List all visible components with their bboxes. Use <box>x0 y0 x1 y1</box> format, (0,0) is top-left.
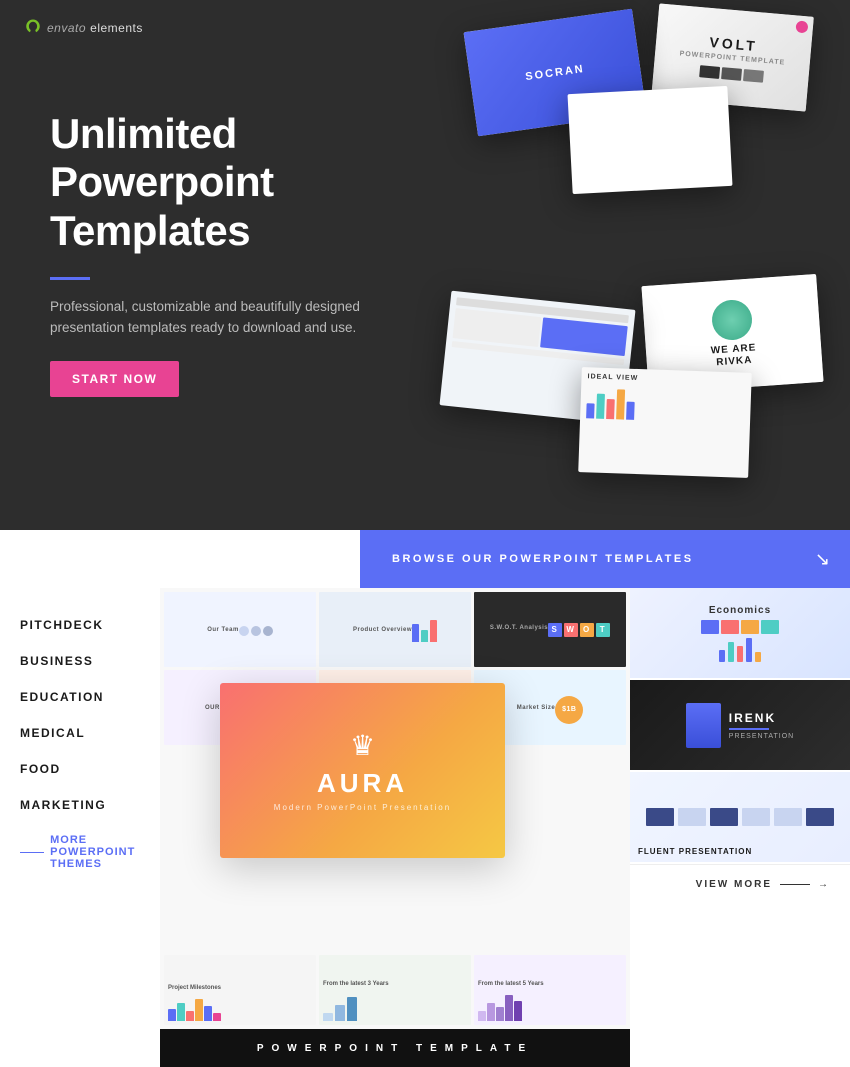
logo-envato-word: envato <box>47 21 86 35</box>
swot-s: S <box>548 623 562 637</box>
slide-dot <box>795 20 808 33</box>
collage-bottom-grid: Project Milestones From the latest 3 Yea… <box>160 955 630 1029</box>
browse-header: BROWSE OUR POWERPOINT TEMPLATES ↘ <box>360 530 850 588</box>
more-line-decoration <box>20 852 44 853</box>
swot-header: S.W.O.T. Analysis <box>490 625 548 631</box>
swot-letters: S W O T <box>548 623 610 637</box>
irenk-text-area: IRENK PRESENTATION <box>729 711 794 740</box>
mini-team-label: Our Team <box>207 627 239 633</box>
mini-slide-product-overview: Product Overview <box>319 592 471 667</box>
mini-years-label: From the latest 5 Years <box>478 981 544 987</box>
grid-slide-content <box>644 135 657 146</box>
mini-results-label: From the latest 3 Years <box>323 981 389 987</box>
swot-o: O <box>580 623 594 637</box>
irenk-divider <box>729 728 769 730</box>
swot-w: W <box>564 623 578 637</box>
socran-title: SOCRAN <box>525 62 586 82</box>
fluent-cell-3 <box>710 808 738 826</box>
bottom-bars-1 <box>168 991 221 1021</box>
economics-bars <box>719 638 761 662</box>
fluent-cell-4 <box>742 808 770 826</box>
more-link-label: MORE POWERPOINT THEMES <box>50 834 160 870</box>
slide-mini-bars <box>586 383 635 420</box>
fluent-thumbnail[interactable]: FLUENT PRESENTATION <box>630 772 850 864</box>
volt-sub: POWERPOINT TEMPLATE <box>679 50 785 66</box>
slides-cluster: VOLT POWERPOINT TEMPLATE BETA SOCRAN <box>380 0 850 530</box>
fluent-content <box>640 802 840 832</box>
mini-slide-bottom-1: Project Milestones <box>164 955 316 1025</box>
sidebar-item-food[interactable]: FOOD <box>20 762 160 776</box>
fluent-cell-1 <box>646 808 674 826</box>
ppt-banner: POWERPOINT TEMPLATE <box>160 1029 630 1067</box>
ppt-banner-text: POWERPOINT TEMPLATE <box>257 1043 533 1054</box>
irenk-person-image <box>686 703 721 748</box>
logo-text: envato elements <box>47 20 143 35</box>
hero-divider <box>50 277 90 280</box>
mini-slide-swot: S.W.O.T. Analysis S W O T <box>474 592 626 667</box>
mini-team-avatars <box>239 626 273 636</box>
economics-icons <box>701 620 779 634</box>
view-more-bar: VIEW MORE → <box>630 864 850 904</box>
hero-subtitle: Professional, customizable and beautiful… <box>50 296 380 339</box>
envato-logo[interactable]: envato elements <box>24 18 143 36</box>
irenk-content: IRENK PRESENTATION <box>678 695 802 756</box>
aura-subtitle: Modern PowerPoint Presentation <box>274 803 451 812</box>
grid-slide-card <box>567 86 732 194</box>
browse-arrow-icon: ↘ <box>815 549 830 570</box>
hero-section: envato elements Unlimited Powerpoint Tem… <box>0 0 850 530</box>
mini-slide-bottom-3: From the latest 5 Years <box>474 955 626 1025</box>
irenk-sub: PRESENTATION <box>729 733 794 740</box>
mini-market-label: Market Size <box>517 705 556 711</box>
sidebar-item-business[interactable]: BUSINESS <box>20 654 160 668</box>
sidebar-nav: PITCHDECK BUSINESS EDUCATION MEDICAL FOO… <box>0 588 160 1067</box>
fluent-label: FLUENT PRESENTATION <box>638 847 752 856</box>
economics-title: Economics <box>709 605 771 616</box>
rivka-circle <box>710 299 753 342</box>
collage-left: Our Team Product Overview <box>160 588 630 1067</box>
fluent-cell-2 <box>678 808 706 826</box>
economics-content: Economics <box>701 605 779 662</box>
sidebar-item-pitchdeck[interactable]: PITCHDECK <box>20 618 160 632</box>
sidebar-item-marketing[interactable]: MARKETING <box>20 798 160 812</box>
slide-mini-title: Ideal View <box>587 373 638 382</box>
content-row: PITCHDECK BUSINESS EDUCATION MEDICAL FOO… <box>0 588 850 1067</box>
mini-slide-bottom-2: From the latest 3 Years <box>319 955 471 1025</box>
view-more-text[interactable]: VIEW MORE → <box>696 879 830 890</box>
aura-title: AURA <box>317 768 408 799</box>
envato-leaf-icon <box>24 18 42 36</box>
view-more-line <box>780 884 810 885</box>
volt-title: VOLT <box>709 33 759 53</box>
volt-grid <box>699 65 764 83</box>
view-more-label: VIEW MORE <box>696 879 772 890</box>
mini-product-chart <box>412 620 437 642</box>
mini-results-bars <box>323 991 357 1021</box>
fluent-cell-6 <box>806 808 834 826</box>
irenk-thumbnail[interactable]: IRENK PRESENTATION <box>630 680 850 772</box>
irenk-title: IRENK <box>729 711 794 725</box>
market-circle: $1B <box>555 696 583 724</box>
bottom-right-slide-card: Ideal View <box>578 367 752 478</box>
aura-crown-icon: ♛ <box>350 729 375 762</box>
swot-t: T <box>596 623 610 637</box>
start-now-button[interactable]: START NOW <box>50 361 179 397</box>
more-powerpoint-themes-link[interactable]: MORE POWERPOINT THEMES <box>20 834 160 870</box>
templates-main: Our Team Product Overview <box>160 588 850 1067</box>
mini-slide-our-team: Our Team <box>164 592 316 667</box>
browse-header-label: BROWSE OUR POWERPOINT TEMPLATES <box>392 553 694 565</box>
thumb-col: Economics <box>630 588 850 1067</box>
sidebar-item-medical[interactable]: MEDICAL <box>20 726 160 740</box>
view-more-arrow-icon: → <box>818 879 830 890</box>
browse-section: BROWSE OUR POWERPOINT TEMPLATES ↘ PITCHD… <box>0 530 850 1067</box>
economics-thumbnail[interactable]: Economics <box>630 588 850 680</box>
mini-years-bars <box>478 991 522 1021</box>
fluent-cell-5 <box>774 808 802 826</box>
aura-featured-card[interactable]: ♛ AURA Modern PowerPoint Presentation <box>220 683 505 858</box>
logo-elements-word: elements <box>90 21 143 35</box>
rivka-text: WE ARE RIVKA <box>710 342 757 369</box>
mini-product-label: Product Overview <box>353 627 412 633</box>
sidebar-item-education[interactable]: EDUCATION <box>20 690 160 704</box>
